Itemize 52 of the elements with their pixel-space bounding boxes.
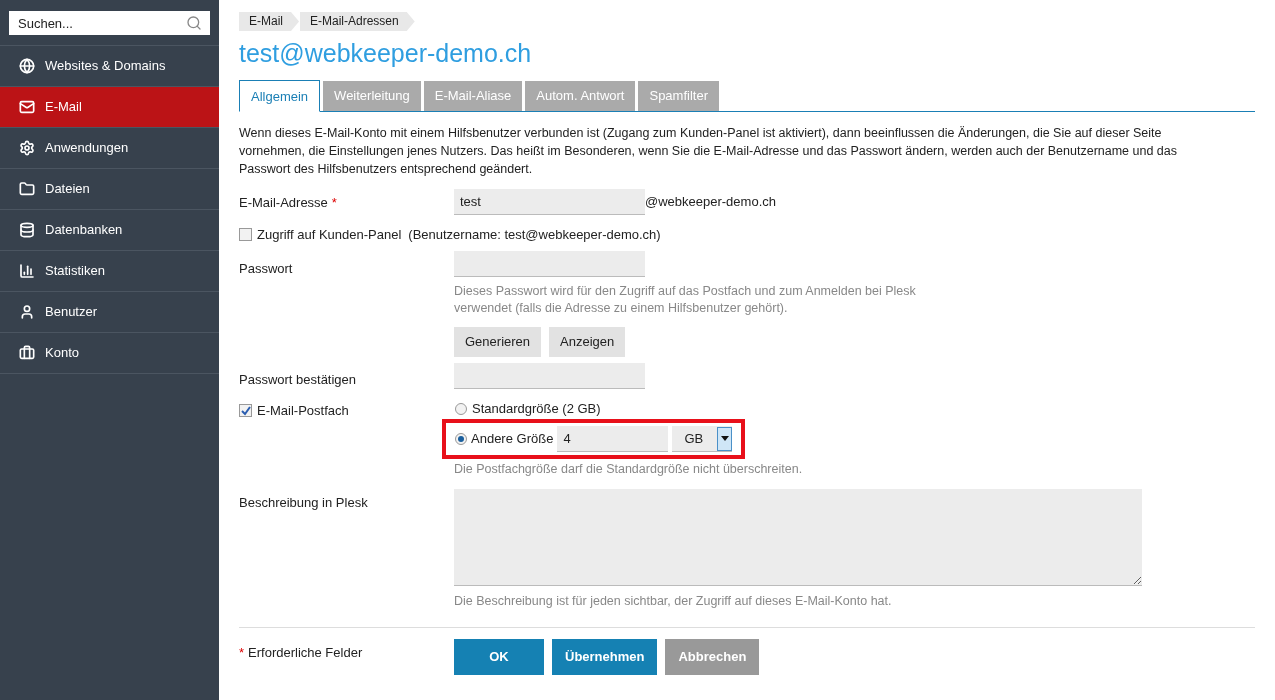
email-input[interactable]: test — [454, 189, 645, 215]
field-label: Passwort bestätigen — [239, 371, 357, 387]
checkbox-label: E-Mail-Postfach — [257, 402, 349, 420]
folder-icon — [19, 181, 35, 197]
briefcase-icon — [19, 345, 35, 361]
password-hint: Dieses Passwort wird für den Zugriff auf das Postfach und zum Anmelden bei Plesk verwendet (falls die Adresse zu einem Hilfsbenutzer gehört). — [454, 282, 917, 317]
page-title: test@webkeeper-demo.ch — [239, 38, 533, 69]
sidebar-item[interactable]: Konto — [0, 333, 219, 374]
sidebar-item[interactable]: E-Mail — [0, 87, 219, 128]
globe-icon — [19, 58, 35, 74]
breadcrumb-link[interactable]: E-Mail — [239, 12, 299, 31]
required-note: Erforderliche Felder — [248, 643, 363, 662]
secondary-button[interactable]: Generieren — [454, 326, 542, 357]
password-input[interactable] — [454, 250, 645, 277]
radio-button[interactable] — [455, 433, 467, 445]
size-input[interactable]: 4 — [557, 426, 669, 452]
tab[interactable]: Allgemein — [239, 80, 321, 112]
required-mark: * — [239, 643, 245, 662]
required-mark: * — [331, 194, 337, 212]
gear-icon — [19, 140, 35, 156]
secondary-button[interactable]: Anzeigen — [549, 326, 626, 357]
person-icon — [19, 304, 35, 320]
sidebar-item[interactable]: Benutzer — [0, 292, 219, 333]
search-icon — [186, 15, 202, 31]
domain-suffix: @webkeeper-demo.ch — [645, 193, 776, 212]
sidebar-item[interactable]: Dateien — [0, 169, 219, 210]
checkbox[interactable] — [239, 228, 252, 242]
unit-select[interactable]: GB — [672, 426, 733, 452]
caret-icon — [717, 426, 733, 451]
primary-button[interactable]: Übernehmen — [552, 638, 658, 675]
field-label: E-Mail-Adresse — [239, 194, 328, 212]
mailbox-hint: Die Postfachgröße darf die Standardgröße nicht überschreiten. — [454, 461, 804, 478]
radio-label: Standardgröße (2 GB) — [472, 400, 601, 419]
intro-paragraph: Wenn dieses E-Mail-Konto mit einem Hilfsbenutzer verbunden ist (Zugang zum Kunden-Panel ist aktiviert), dann beeinflussen die Änderungen, die Sie auf dieser Seite vornehmen, die Einstellungen jenes Nutzers. Das heißt im Besonderen, wenn Sie die E-Mail-Adresse und das Passwort ändern, werden auch der Benutzername und das Passwort des Hilfsbenutzers entsprechend geändert. — [239, 125, 1179, 178]
breadcrumb-link[interactable]: E-Mail-Adressen — [300, 12, 415, 31]
bar-chart-icon — [19, 263, 35, 279]
search-field[interactable]: Suchen... — [9, 11, 210, 35]
sidebar-item[interactable]: Datenbanken — [0, 210, 219, 251]
description-hint: Die Beschreibung ist für jeden sichtbar, der Zugriff auf dieses E-Mail-Konto hat. — [454, 592, 893, 610]
checkbox[interactable] — [239, 404, 252, 418]
database-icon — [19, 222, 35, 238]
checkbox-label: Zugriff auf Kunden-Panel — [257, 226, 402, 244]
radio-label: Andere Größe — [471, 430, 554, 449]
envelope-icon — [19, 99, 35, 115]
radio-button[interactable] — [455, 403, 467, 415]
field-label: Passwort — [239, 260, 293, 276]
username-note: (Benutzername: test@webkeeper-demo.ch) — [408, 226, 661, 244]
sidebar-item[interactable]: Statistiken — [0, 251, 219, 292]
password-confirm-input[interactable] — [454, 362, 645, 389]
field-label: Beschreibung in Plesk — [239, 494, 368, 510]
sidebar-item[interactable]: Anwendungen — [0, 128, 219, 169]
primary-button[interactable]: OK — [454, 638, 544, 675]
